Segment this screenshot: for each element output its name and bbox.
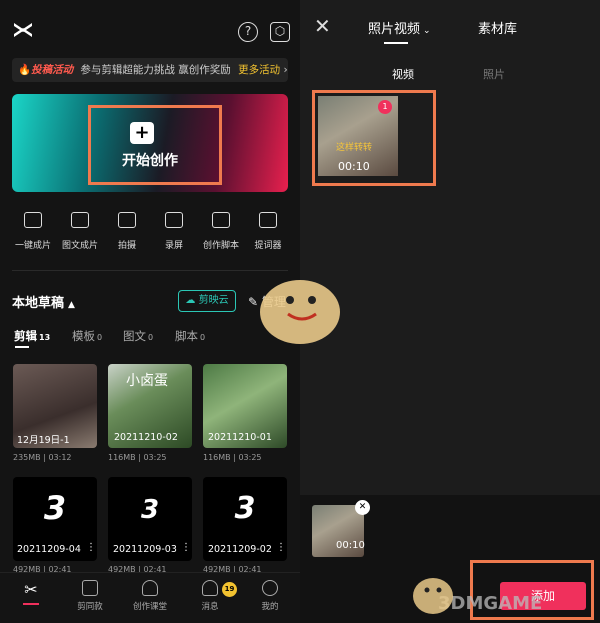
divider [12,270,288,271]
caret-up-icon: ▲ [68,300,75,310]
subtab-photo[interactable]: 照片 [483,66,505,82]
user-icon [262,580,278,596]
draft-title: 20211210-02 [114,432,178,443]
document-icon [212,212,230,228]
tool-teleprompter[interactable]: 提词器 [243,212,293,251]
film-icon [82,580,98,596]
highlight-box [312,90,436,186]
close-icon[interactable]: ✕ [314,14,331,38]
tool-script[interactable]: 创作脚本 [196,212,246,251]
camera-icon [118,212,136,228]
cloud-icon: ☁ [185,295,196,306]
tool-record-screen[interactable]: 录屏 [149,212,199,251]
text-image-icon [71,212,89,228]
draft-title: 20211209-03 [113,544,177,555]
video-camera-icon [165,212,183,228]
chevron-down-icon: ⌄ [423,26,431,36]
subtab-image-text[interactable]: 图文 0 [123,328,153,344]
draft-meta: 235MB | 03:12 [13,453,72,462]
active-nav-indicator [23,603,39,605]
nav-classroom[interactable]: 创作课堂 [125,580,175,612]
nav-edit[interactable]: ✂ [6,580,56,605]
bell-icon [202,580,218,596]
draft-title: 20211210-01 [208,432,272,443]
banner-tag: 投稿活动 [31,64,74,76]
nav-template[interactable]: 剪同款 [65,580,115,612]
subtab-template[interactable]: 模板 0 [72,328,102,344]
fire-icon: 🔥 [18,64,32,76]
graduation-cap-icon [142,580,158,596]
draft-title: 20211209-02 [208,544,272,555]
tab-material-library[interactable]: 素材库 [478,18,517,37]
settings-icon[interactable]: ⬡ [270,22,290,42]
teleprompter-icon [259,212,277,228]
draft-meta: 116MB | 03:25 [203,453,262,462]
scissors-icon: ✂ [24,580,38,599]
subtab-script[interactable]: 脚本 0 [175,328,205,344]
tool-image-text[interactable]: 图文成片 [55,212,105,251]
tool-one-click[interactable]: 一键成片 [8,212,58,251]
section-title[interactable]: 本地草稿 ▲ [12,292,75,311]
remove-icon[interactable]: ✕ [355,500,370,515]
draft-title: 12月19日-1 [17,435,70,446]
active-tab-indicator [384,42,408,44]
subtab-edit[interactable]: 剪辑 13 [14,328,50,344]
banner-text: 参与剪辑超能力挑战 赢创作奖励 [80,64,231,76]
selected-clip-duration: 00:10 [336,540,365,551]
draft-overlay-text: 小卤蛋 [126,373,168,389]
tab-photo-video[interactable]: 照片视频 ⌄ [368,18,431,37]
active-tab-indicator [15,346,29,348]
tool-shoot[interactable]: 拍摄 [102,212,152,251]
more-icon[interactable]: ⋮ [181,542,191,553]
draft-meta: 116MB | 03:25 [108,453,167,462]
plus-icon: + [130,122,154,144]
message-badge: 19 [222,582,237,597]
mascot-watermark-icon [260,280,340,344]
more-icon[interactable]: ⋮ [276,542,286,553]
more-icon[interactable]: ⋮ [86,542,96,553]
play-icon [24,212,42,228]
activity-banner[interactable]: 🔥投稿活动 参与剪辑超能力挑战 赢创作奖励 更多活动 › [12,58,288,82]
subtab-video[interactable]: 视频 [392,66,414,82]
media-picker-panel: ✕ 照片视频 ⌄ 素材库 视频 照片 1 这样转转 00:10 ✕ 00:10 添… [300,0,600,623]
banner-more-link[interactable]: 更多活动 [238,64,280,76]
capcut-logo-icon [14,23,32,37]
chevron-right-icon: › [280,64,288,76]
help-icon[interactable]: ? [238,22,258,42]
mascot-watermark-icon [413,578,453,614]
highlight-box [88,105,222,185]
cloud-button[interactable]: ☁ 剪映云 [178,290,236,312]
start-create-label: 开始创作 [122,153,178,169]
draft-title: 20211209-04 [17,544,81,555]
nav-profile[interactable]: 我的 [245,580,295,612]
